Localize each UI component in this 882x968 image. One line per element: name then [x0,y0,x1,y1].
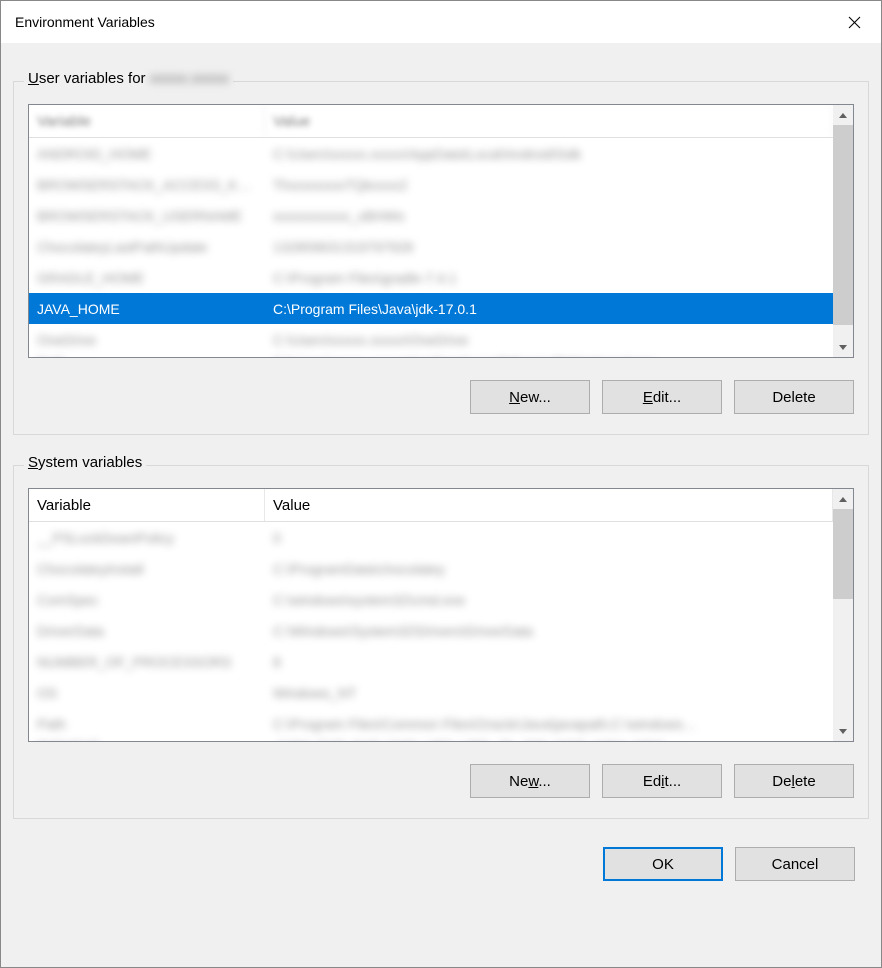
header-value: Value [265,489,833,521]
system-variables-group: System variables Variable Value __PSLock… [13,465,869,819]
user-variables-list: Variable Value ANDROID_HOME C:\Users\xxx… [29,105,833,357]
window-title: Environment Variables [15,14,155,30]
user-variables-group: User variables for xxxxx.xxxxx Variable … [13,81,869,435]
scrollbar[interactable] [833,105,853,357]
table-row[interactable]: PATHEXT .COM;.EXE;.BAT;.CMD;.VBS;.VBE;.J… [29,739,833,742]
table-row[interactable]: ANDROID_HOME C:\Users\xxxxx.xxxxx\AppDat… [29,138,833,169]
system-variables-list: Variable Value __PSLockDownPolicy 0 Choc… [29,489,833,741]
user-variables-legend: User variables for xxxxx.xxxxx [24,70,233,87]
user-buttons: New... Edit... Delete [28,380,854,414]
header-variable: Variable [29,105,265,137]
java-home-val: C:\Program Files\Java\jdk-17.0.1 [265,301,833,317]
java-home-var: JAVA_HOME [29,301,265,317]
scroll-track[interactable] [833,599,853,721]
dialog-buttons: OK Cancel [13,819,869,881]
system-variables-legend: System variables [24,454,146,471]
scrollbar[interactable] [833,489,853,741]
ok-button[interactable]: OK [603,847,723,881]
close-button[interactable] [827,1,881,43]
table-row[interactable]: NUMBER_OF_PROCESSORS 8 [29,646,833,677]
table-row[interactable]: GRADLE_HOME C:\Program Files\gradle-7.4.… [29,262,833,293]
system-new-button[interactable]: New... [470,764,590,798]
table-row[interactable]: Path C:\Users\xxxxx.xxxxx\AppData\Local\… [29,355,833,358]
table-header[interactable]: Variable Value [29,489,833,522]
table-row[interactable]: OneDrive C:\Users\xxxxx.xxxxx\OneDrive [29,324,833,355]
system-edit-button[interactable]: Edit... [602,764,722,798]
table-row[interactable]: __PSLockDownPolicy 0 [29,522,833,553]
table-row[interactable]: OS Windows_NT [29,677,833,708]
table-row[interactable]: ComSpec C:\windows\system32\cmd.exe [29,584,833,615]
titlebar: Environment Variables [1,1,881,43]
table-row[interactable]: BROWSERSTACK_ACCESS_K… ThxxxxxxxxTQkxxxx… [29,169,833,200]
scroll-up-icon[interactable] [833,105,853,125]
table-row[interactable]: ChocolateyLastPathUpdate 132859631319797… [29,231,833,262]
dialog-content: User variables for xxxxx.xxxxx Variable … [1,43,881,967]
user-delete-button[interactable]: Delete [734,380,854,414]
scroll-down-icon[interactable] [833,721,853,741]
cancel-button[interactable]: Cancel [735,847,855,881]
system-variables-table[interactable]: Variable Value __PSLockDownPolicy 0 Choc… [28,488,854,742]
table-row-selected[interactable]: JAVA_HOME C:\Program Files\Java\jdk-17.0… [29,293,833,324]
table-row[interactable]: BROWSERSTACK_USERNAME xxxxxxxxxxx_xBHWs [29,200,833,231]
user-variables-table[interactable]: Variable Value ANDROID_HOME C:\Users\xxx… [28,104,854,358]
close-icon [848,16,861,29]
scroll-down-icon[interactable] [833,337,853,357]
table-row[interactable]: Path C:\Program Files\Common Files\Oracl… [29,708,833,739]
env-vars-dialog: Environment Variables User variables for… [0,0,882,968]
table-row[interactable]: ChocolateyInstall C:\ProgramData\chocola… [29,553,833,584]
user-edit-button[interactable]: Edit... [602,380,722,414]
header-variable: Variable [29,489,265,521]
scroll-thumb[interactable] [833,125,853,325]
system-delete-button[interactable]: Delete [734,764,854,798]
scroll-thumb[interactable] [833,509,853,599]
header-value: Value [265,105,833,137]
user-new-button[interactable]: New... [470,380,590,414]
scroll-track[interactable] [833,325,853,337]
system-buttons: New... Edit... Delete [28,764,854,798]
table-row[interactable]: DriverData C:\Windows\System32\Drivers\D… [29,615,833,646]
scroll-up-icon[interactable] [833,489,853,509]
table-header[interactable]: Variable Value [29,105,833,138]
